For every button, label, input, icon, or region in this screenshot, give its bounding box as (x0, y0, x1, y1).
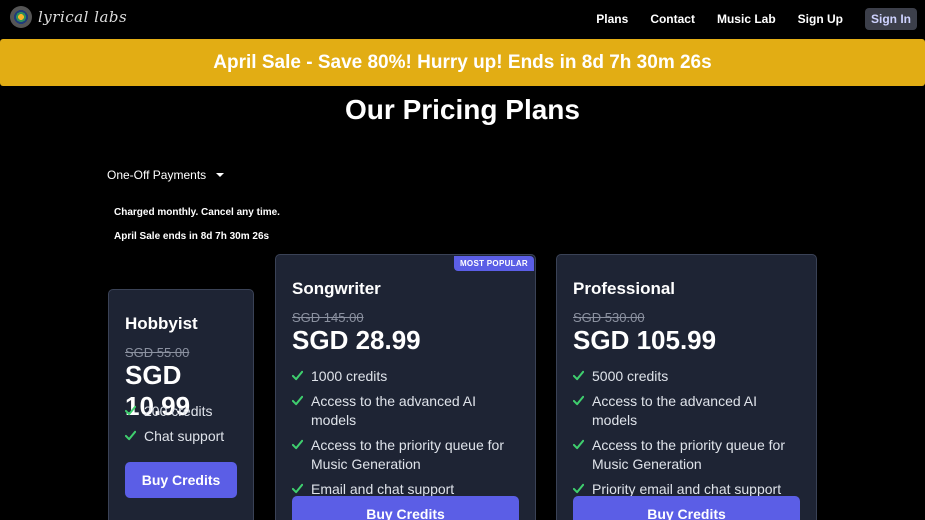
sale-banner: April Sale - Save 80%! Hurry up! Ends in… (0, 39, 925, 86)
sale-banner-text: April Sale - Save 80%! Hurry up! Ends in… (213, 51, 712, 73)
feature-list: 5000 credits Access to the advanced AI m… (573, 367, 803, 505)
nav-links: Plans Contact Music Lab Sign Up Sign In (574, 8, 917, 30)
buy-credits-button-professional[interactable]: Buy Credits (573, 496, 800, 520)
plan-old-price: SGD 145.00 (292, 310, 364, 325)
feature-item: Access to the priority queue for Music G… (573, 436, 803, 474)
feature-text: Access to the priority queue for Music G… (311, 437, 504, 472)
feature-item: Access to the advanced AI models (573, 392, 803, 430)
nav-link-plans[interactable]: Plans (596, 9, 628, 29)
plan-card-hobbyist: Hobbyist SGD 55.00 SGD 10.99 200 credits… (108, 289, 254, 520)
payment-type-label: One-Off Payments (107, 168, 207, 182)
feature-text: Access to the advanced AI models (592, 393, 757, 428)
nav-link-sign-up[interactable]: Sign Up (798, 9, 843, 29)
feature-item: 1000 credits (292, 367, 522, 386)
caret-down-icon (216, 173, 225, 177)
plan-name: Songwriter (292, 279, 381, 298)
nav-link-music-lab[interactable]: Music Lab (717, 9, 776, 29)
feature-text: 200 credits (144, 403, 213, 419)
plan-old-price: SGD 55.00 (125, 345, 190, 360)
plan-name: Hobbyist (125, 314, 198, 333)
plan-old-price: SGD 530.00 (573, 310, 645, 325)
nav-link-contact[interactable]: Contact (650, 9, 695, 29)
payment-type-dropdown[interactable]: One-Off Payments (107, 168, 225, 182)
feature-text: Access to the advanced AI models (311, 393, 476, 428)
feature-list: 200 credits Chat support (125, 402, 224, 452)
plan-card-songwriter: MOST POPULAR Songwriter SGD 145.00 SGD 2… (275, 254, 536, 520)
feature-text: Chat support (144, 428, 225, 444)
feature-text: Access to the priority queue for Music G… (592, 437, 785, 472)
plan-name: Professional (573, 279, 676, 298)
check-icon (292, 395, 303, 406)
buy-credits-button-songwriter[interactable]: Buy Credits (292, 496, 519, 520)
plan-price: SGD 28.99 (292, 325, 421, 355)
check-icon (573, 395, 584, 406)
check-icon (292, 370, 303, 381)
logo[interactable]: lyrical labs (10, 6, 127, 28)
logo-icon (10, 6, 32, 28)
billing-note: Charged monthly. Cancel any time. (114, 207, 280, 218)
sign-in-button[interactable]: Sign In (865, 8, 917, 30)
feature-item: Chat support (125, 427, 224, 446)
check-icon (573, 483, 584, 494)
feature-text: 5000 credits (592, 368, 669, 384)
page-title: Our Pricing Plans (345, 94, 580, 125)
feature-item: 200 credits (125, 402, 224, 421)
feature-item: Access to the advanced AI models (292, 392, 522, 430)
check-icon (573, 439, 584, 450)
feature-item: Access to the priority queue for Music G… (292, 436, 522, 474)
check-icon (125, 405, 136, 416)
check-icon (292, 439, 303, 450)
check-icon (292, 483, 303, 494)
plan-card-professional: Professional SGD 530.00 SGD 105.99 5000 … (556, 254, 817, 520)
logo-text: lyrical labs (38, 8, 128, 26)
most-popular-badge: MOST POPULAR (453, 256, 534, 271)
buy-credits-button-hobbyist[interactable]: Buy Credits (125, 462, 237, 498)
sale-ends-note: April Sale ends in 8d 7h 30m 26s (114, 231, 270, 242)
check-icon (125, 430, 136, 441)
feature-item: 5000 credits (573, 367, 803, 386)
feature-list: 1000 credits Access to the advanced AI m… (292, 367, 522, 505)
feature-text: 1000 credits (311, 368, 388, 384)
check-icon (573, 370, 584, 381)
plan-price: SGD 105.99 (573, 325, 717, 355)
top-nav: lyrical labs Plans Contact Music Lab Sig… (0, 0, 925, 38)
